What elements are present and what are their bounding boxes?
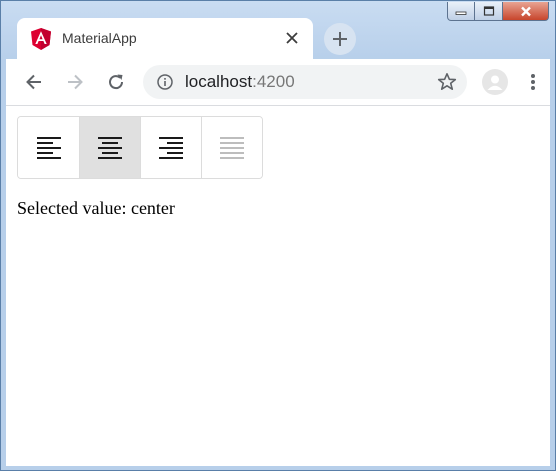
page-content: Selected value: center (6, 106, 550, 466)
reload-button[interactable] (102, 68, 130, 96)
url-host: localhost (185, 72, 253, 91)
close-icon (520, 6, 531, 16)
info-icon[interactable] (157, 74, 173, 90)
browser-menu-button[interactable] (522, 69, 544, 95)
browser-tab[interactable]: MaterialApp (17, 18, 313, 59)
maximize-button[interactable] (475, 2, 503, 21)
format-align-center-icon (98, 136, 122, 159)
format-align-left-icon (36, 136, 61, 159)
window-controls (447, 2, 549, 22)
toggle-align-left[interactable] (18, 117, 79, 178)
toggle-align-right[interactable] (140, 117, 201, 178)
browser-window: MaterialApp localhost:4200 Selected valu… (0, 0, 556, 471)
format-align-justify-icon (220, 136, 244, 159)
minimize-icon (455, 11, 467, 15)
reload-icon (109, 74, 124, 90)
arrow-left-icon (26, 74, 41, 90)
minimize-button[interactable] (447, 2, 475, 21)
more-vert-icon (531, 74, 535, 90)
toggle-align-justify (201, 117, 262, 178)
tab-strip: MaterialApp (1, 1, 555, 59)
selected-value: center (130, 198, 175, 218)
arrow-right-icon (68, 74, 83, 90)
selected-value-label: Selected value: (17, 198, 127, 218)
address-bar[interactable]: localhost:4200 (143, 65, 467, 99)
selected-value-text: Selected value: center (17, 198, 175, 219)
forward-button[interactable] (61, 68, 89, 96)
back-button[interactable] (20, 68, 48, 96)
angular-logo-icon (31, 28, 51, 50)
plus-icon (333, 32, 347, 46)
maximize-icon (483, 6, 494, 16)
alignment-toggle-group (17, 116, 263, 179)
tab-title: MaterialApp (62, 30, 137, 46)
close-tab-icon[interactable] (281, 27, 303, 49)
close-window-button[interactable] (503, 2, 549, 21)
new-tab-button[interactable] (324, 23, 356, 55)
toggle-align-center[interactable] (79, 117, 140, 178)
format-align-right-icon (159, 136, 183, 159)
url-port: :4200 (252, 72, 295, 91)
profile-avatar[interactable] (482, 69, 508, 95)
user-icon (487, 75, 503, 90)
browser-toolbar: localhost:4200 (6, 59, 550, 106)
star-icon[interactable] (437, 72, 457, 92)
url-text: localhost:4200 (185, 72, 295, 92)
